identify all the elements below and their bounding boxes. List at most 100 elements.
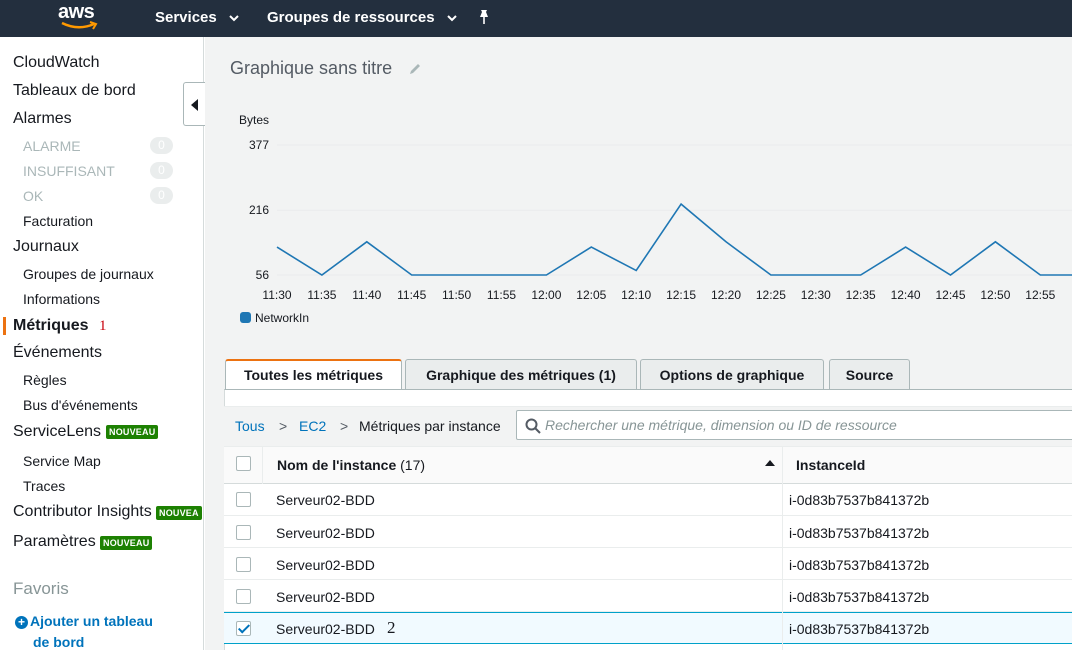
series-line-networkin [276,202,1072,276]
y-tick-label: 216 [249,203,269,217]
row-checkbox[interactable] [236,589,251,604]
x-tick-label: 11:40 [352,288,381,302]
sidebar-item-dashboards[interactable]: Tableaux de bord [13,82,136,100]
aws-smile-icon [61,21,98,30]
row-checkbox[interactable] [236,525,251,540]
column-divider [262,446,263,484]
tab-source[interactable]: Source [829,359,910,390]
aws-logo[interactable]: aws [58,1,104,35]
sidebar-item-logs[interactable]: Journaux [13,238,79,256]
x-tick-label: 11:55 [487,288,516,302]
column-divider [782,446,783,484]
search-icon [525,418,541,434]
cell-instance-id: i-0d83b7537b841372b [789,525,930,541]
annotation-marker-2: 2 [387,618,396,637]
column-header-count: (17) [400,457,426,473]
legend-label: NetworkIn [255,311,309,325]
column-header-instance-name-label: Nom de l'instance [277,457,397,473]
column-divider [782,484,783,650]
x-tick-label: 12:55 [1025,288,1055,302]
breadcrumb-separator: > [279,418,288,434]
new-badge: NOUVEAU [106,425,159,439]
add-dashboard-link[interactable]: + Ajouter un tableau de bord [15,611,153,650]
sort-ascending-icon[interactable] [765,460,775,466]
tab-all-metrics[interactable]: Toutes les métriques [225,359,402,391]
x-tick-label: 12:45 [935,288,965,302]
cell-instance-id: i-0d83b7537b841372b [789,621,930,637]
x-tick-label: 11:45 [397,288,426,302]
pencil-icon[interactable] [408,62,422,76]
x-tick-label: 12:10 [621,288,651,302]
column-header-instance-id[interactable]: InstanceId [796,457,865,473]
sidebar-item-rules[interactable]: Règles [23,372,67,388]
column-header-instance-name[interactable]: Nom de l'instance (17) [277,457,425,473]
favorites-heading: Favoris [13,579,69,598]
row-checkbox-checked[interactable] [236,621,251,636]
x-tick-label: 12:20 [711,288,741,302]
y-axis-ticks: 56 216 377 [249,138,269,282]
sidebar-item-cloudwatch[interactable]: CloudWatch [13,54,100,72]
cell-instance-id: i-0d83b7537b841372b [789,492,930,508]
sidebar-item-insights[interactable]: Informations [23,291,100,307]
chart-legend[interactable]: NetworkIn [240,311,309,325]
sidebar-item-ok-state[interactable]: OK [23,188,43,204]
new-badge: NOUVEAU [100,536,153,550]
x-tick-label: 11:35 [307,288,336,302]
breadcrumb-ec2[interactable]: EC2 [299,418,326,434]
sidebar-item-contributor-insights[interactable]: Contributor Insights [13,503,152,521]
breadcrumb-all[interactable]: Tous [235,418,265,434]
metric-chart: Bytes 56 216 377 11:30 11:35 11:40 11:45 11:50… [239,113,1072,325]
sidebar-item-alarms[interactable]: Alarmes [13,110,72,128]
services-label: Services [155,9,217,26]
add-dashboard-label-line1: Ajouter un tableau [30,613,153,629]
cell-instance-id: i-0d83b7537b841372b [789,589,930,605]
add-dashboard-label-line2: de bord [33,634,85,650]
annotation-marker-1: 1 [99,318,107,334]
x-tick-label: 12:15 [666,288,696,302]
sidebar-item-events[interactable]: Événements [13,344,102,362]
chart-series [276,202,1072,276]
x-tick-label: 12:50 [980,288,1010,302]
sidebar-item-traces[interactable]: Traces [23,478,65,494]
cell-instance-name: Serveur02-BDD [276,525,375,541]
x-tick-label: 12:30 [801,288,831,302]
sidebar-item-billing[interactable]: Facturation [23,213,93,229]
sidebar-item-insufficient-state[interactable]: INSUFFISANT [23,163,115,179]
x-axis-ticks: 11:30 11:35 11:40 11:45 11:50 11:55 12:00 12:05… [262,288,1055,302]
search-box [516,410,1072,440]
resource-groups-menu[interactable]: Groupes de ressources [267,9,457,26]
y-tick-label: 377 [249,138,269,152]
sidebar: CloudWatch Tableaux de bord Alarmes ALAR… [0,37,204,650]
pin-icon[interactable] [477,9,491,25]
sidebar-item-metrics[interactable]: Métriques 1 [13,317,107,335]
chevron-down-icon [447,9,457,26]
sidebar-item-event-buses[interactable]: Bus d'événements [23,397,138,413]
tab-graph-options[interactable]: Options de graphique [640,359,824,390]
x-tick-label: 12:00 [531,288,561,302]
resource-groups-label: Groupes de ressources [267,9,435,26]
cell-instance-id: i-0d83b7537b841372b [789,557,930,573]
ok-count-badge: 0 [150,187,173,204]
services-menu[interactable]: Services [155,9,239,26]
insufficient-count-badge: 0 [150,162,173,179]
graph-title[interactable]: Graphique sans titre [230,58,392,79]
sidebar-item-servicelens[interactable]: ServiceLens [13,423,101,441]
x-tick-label: 12:25 [756,288,786,302]
legend-swatch [240,312,251,323]
alarm-count-badge: 0 [150,137,173,154]
collapse-sidebar-button[interactable] [183,82,205,126]
breadcrumb-separator: > [340,418,349,434]
select-all-checkbox[interactable] [236,456,251,471]
sidebar-item-settings[interactable]: Paramètres [13,533,96,551]
search-input[interactable] [545,415,1065,435]
row-checkbox[interactable] [236,557,251,572]
plus-circle-icon: + [15,616,28,629]
new-badge: NOUVEA [156,506,202,520]
sidebar-item-alarm-state[interactable]: ALARME [23,138,81,154]
sidebar-item-log-groups[interactable]: Groupes de journaux [23,266,154,282]
sidebar-item-service-map[interactable]: Service Map [23,453,101,469]
cell-instance-name: Serveur02-BDD [276,589,375,605]
tab-graphed-metrics[interactable]: Graphique des métriques (1) [405,359,637,390]
y-axis-label: Bytes [239,113,269,127]
row-checkbox[interactable] [236,492,251,507]
